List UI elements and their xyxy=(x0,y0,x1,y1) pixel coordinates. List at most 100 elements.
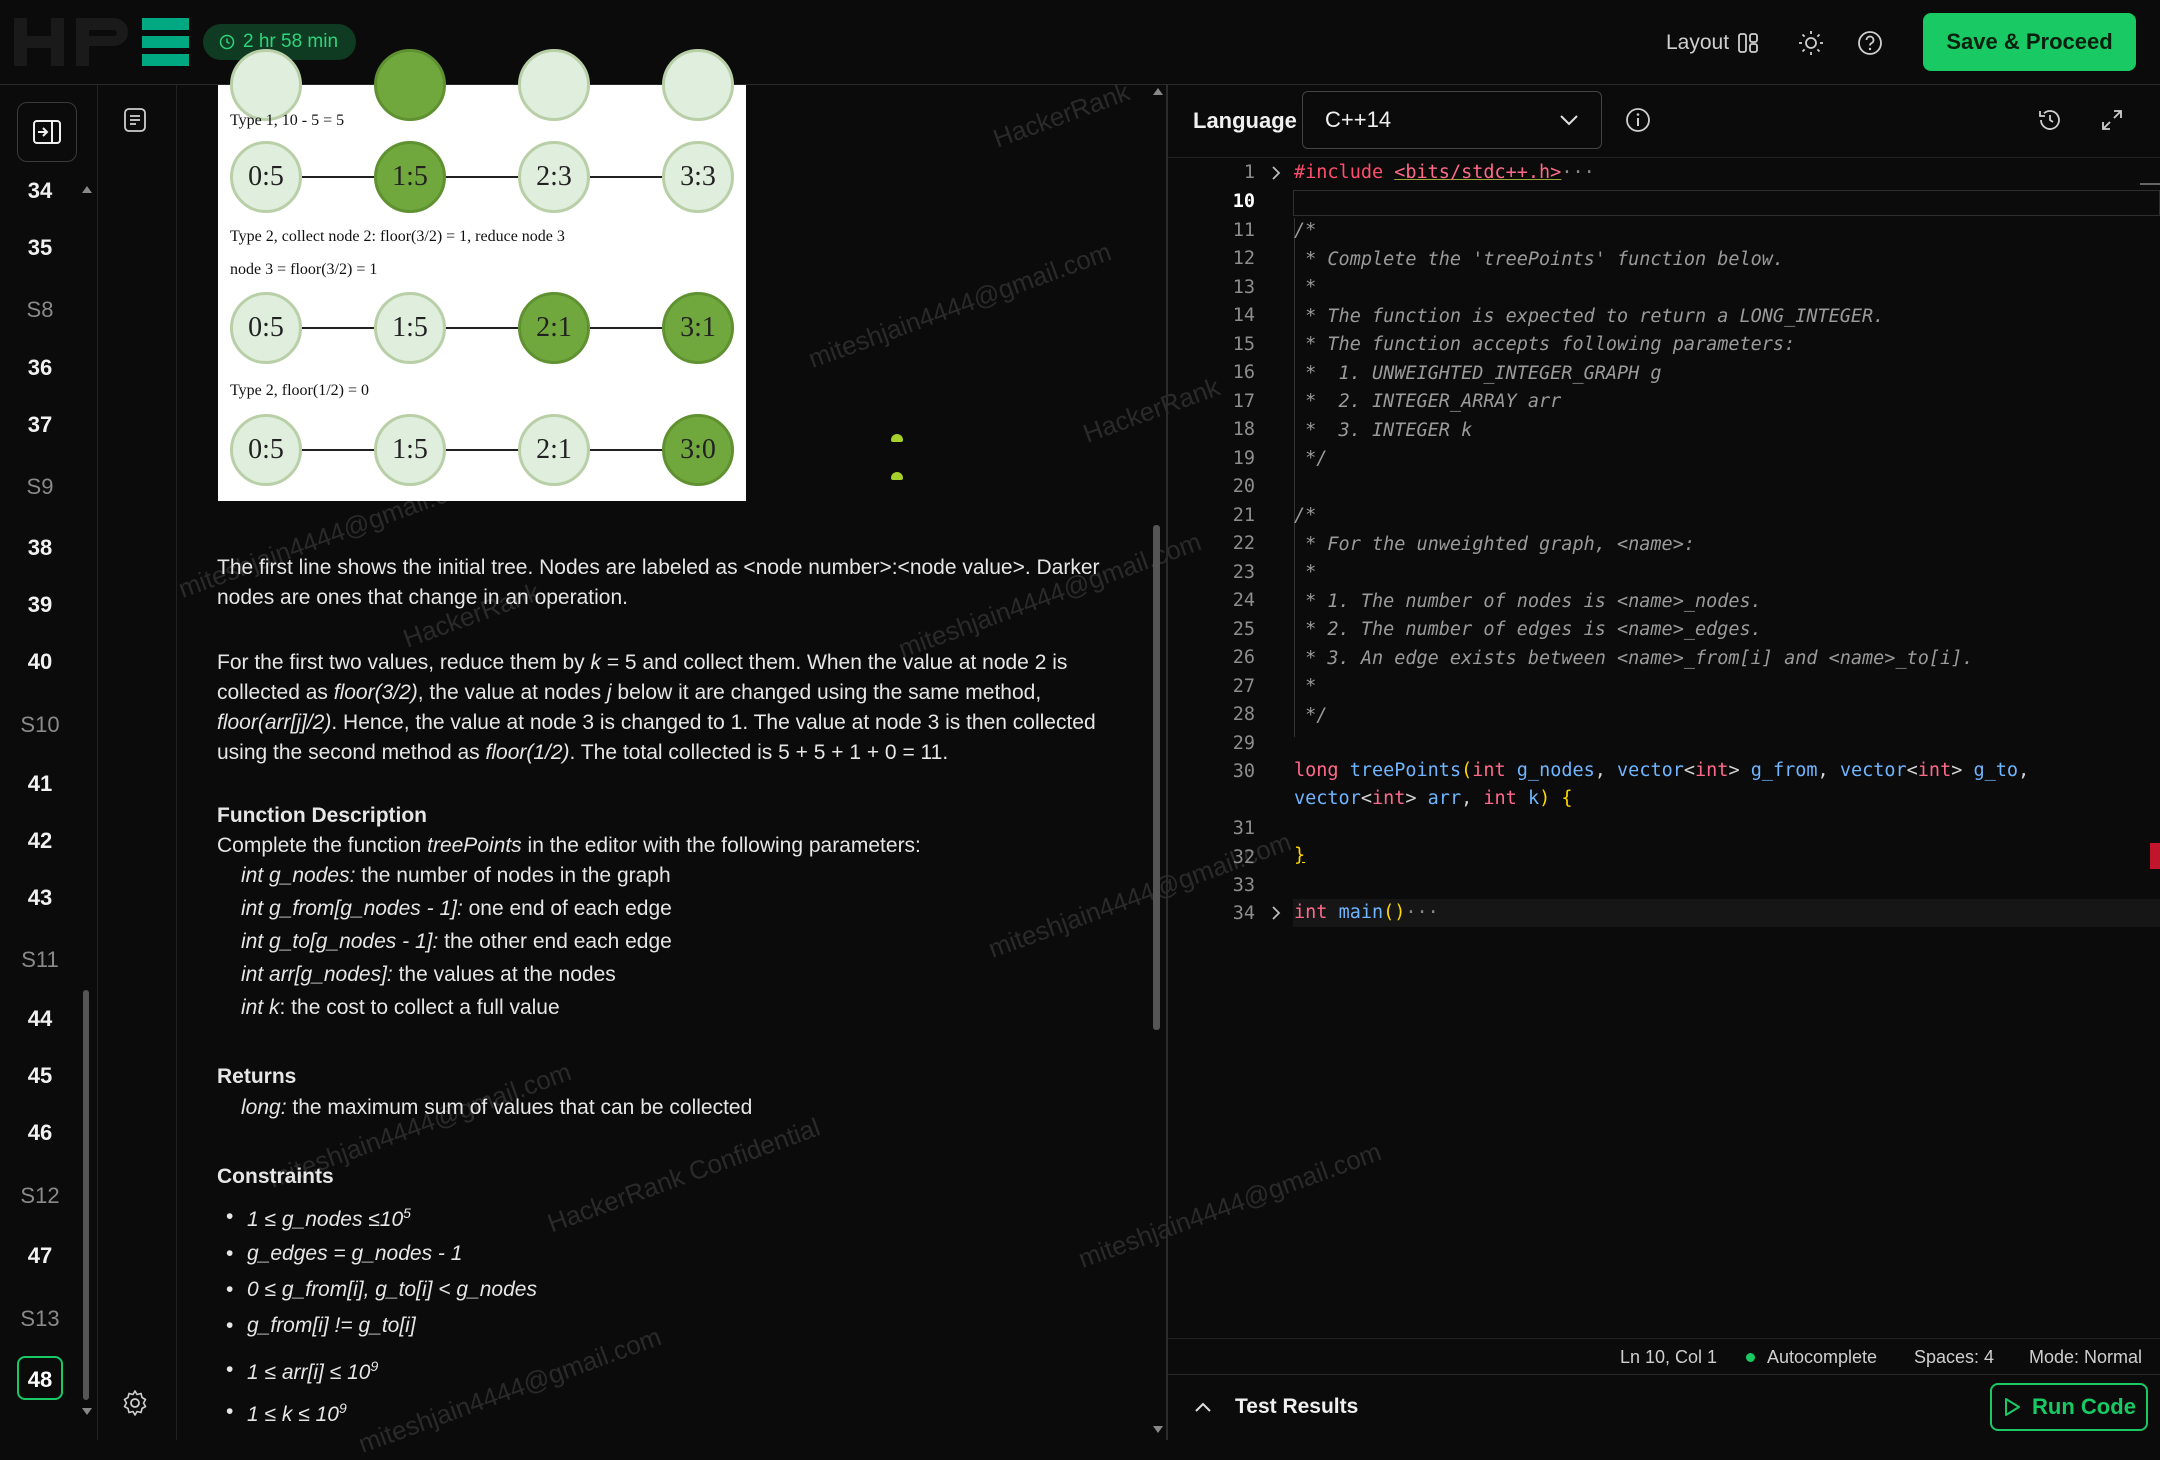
comment-line: * xyxy=(1294,562,1317,583)
fullscreen-icon[interactable] xyxy=(2098,106,2126,134)
rail-scroll-down-icon[interactable] xyxy=(82,1408,92,1415)
notes-icon[interactable] xyxy=(120,105,150,135)
line-number: 15 xyxy=(1232,334,1255,355)
diagram-caption: Type 2, collect node 2: floor(3/2) = 1, … xyxy=(230,228,565,245)
line-number: 13 xyxy=(1232,277,1255,298)
section-marker: S13 xyxy=(20,1306,60,1331)
decorative-dot xyxy=(891,472,903,480)
language-value: C++14 xyxy=(1325,107,1392,132)
question-item[interactable]: 48 xyxy=(17,1356,63,1400)
collapse-panel-button[interactable] xyxy=(17,102,77,162)
problem-scrollbar[interactable] xyxy=(1153,525,1160,1030)
rail-scrollbar[interactable] xyxy=(83,990,89,1400)
help-button[interactable] xyxy=(1853,26,1887,60)
tree-node: 3:3 xyxy=(662,141,734,213)
comment-line: /* xyxy=(1294,220,1317,241)
error-marker xyxy=(2150,843,2160,869)
fold-chevron-icon[interactable] xyxy=(1270,905,1282,921)
layout-label: Layout xyxy=(1666,31,1730,54)
language-select[interactable]: C++14 xyxy=(1302,91,1602,149)
line-number: 26 xyxy=(1232,647,1255,668)
comment-line: /* xyxy=(1294,505,1317,526)
code-line: } xyxy=(1294,845,1306,866)
cursor-position: Ln 10, Col 1 xyxy=(1620,1347,1718,1367)
tree-node: 2:1 xyxy=(518,414,590,486)
history-icon[interactable] xyxy=(2036,106,2064,134)
line-number: 17 xyxy=(1232,391,1255,412)
param-item: int k: the cost to collect a full value xyxy=(241,996,560,1019)
line-number: 21 xyxy=(1232,505,1255,526)
section-marker: S12 xyxy=(20,1183,60,1208)
line-number: 20 xyxy=(1232,476,1255,497)
question-item[interactable]: 39 xyxy=(0,592,80,618)
question-item[interactable]: 46 xyxy=(0,1120,80,1146)
comment-line: * 2. The number of edges is <name>_edges… xyxy=(1294,619,1762,640)
chevron-up-icon[interactable] xyxy=(1194,1401,1212,1413)
question-item[interactable]: 34 xyxy=(0,178,80,204)
tree-node: 3:0 xyxy=(662,414,734,486)
hpe-logo xyxy=(14,14,189,70)
settings-gear-icon[interactable] xyxy=(120,1388,150,1418)
layout-button[interactable]: Layout xyxy=(1666,26,1759,60)
line-number: 28 xyxy=(1232,704,1255,725)
question-item[interactable]: 41 xyxy=(0,771,80,797)
info-icon[interactable] xyxy=(1624,106,1652,134)
autocomplete-toggle[interactable]: Autocomplete xyxy=(1767,1347,1877,1368)
explanation-paragraph-2: For the first two values, reduce them by… xyxy=(217,651,1096,764)
question-item[interactable]: 35 xyxy=(0,235,80,261)
current-line-highlight xyxy=(1293,190,2160,216)
question-item[interactable]: 44 xyxy=(0,1006,80,1032)
section-marker: S9 xyxy=(26,474,54,499)
line-number: 22 xyxy=(1232,533,1255,554)
problem-scroll-down-icon[interactable] xyxy=(1153,1426,1163,1433)
section-marker: S8 xyxy=(26,297,54,322)
code-line-signature-cont: vector<int> arr, int k) { xyxy=(1294,788,1573,809)
tree-node: 2:3 xyxy=(518,141,590,213)
save-proceed-button[interactable]: Save & Proceed xyxy=(1923,13,2136,71)
param-item: int arr[g_nodes]: the values at the node… xyxy=(241,963,616,986)
run-code-button[interactable]: Run Code xyxy=(1990,1383,2148,1431)
param-item: int g_to[g_nodes - 1]: the other end eac… xyxy=(241,930,672,953)
tree-node: 1:5 xyxy=(374,141,446,213)
chevron-down-icon xyxy=(1560,115,1578,126)
comment-line: * The function is expected to return a L… xyxy=(1294,306,1885,327)
comment-line: * 2. INTEGER_ARRAY arr xyxy=(1294,391,1562,412)
question-item[interactable]: 42 xyxy=(0,828,80,854)
returns-heading: Returns xyxy=(217,1065,297,1088)
comment-line: */ xyxy=(1294,448,1328,469)
line-number: 30 xyxy=(1232,761,1255,782)
rail-scroll-up-icon[interactable] xyxy=(82,186,92,193)
constraint-item: g_from[i] != g_to[i] xyxy=(247,1314,416,1337)
comment-line: * 3. An edge exists between <name>_from[… xyxy=(1294,648,1974,669)
run-code-label: Run Code xyxy=(2032,1394,2136,1419)
question-item[interactable]: 37 xyxy=(0,412,80,438)
question-item[interactable]: 38 xyxy=(0,535,80,561)
section-marker: S11 xyxy=(21,947,59,972)
tree-node: 3:1 xyxy=(662,292,734,364)
fold-chevron-icon[interactable] xyxy=(1270,165,1282,181)
function-description-heading: Function Description xyxy=(217,804,427,827)
tree-node xyxy=(374,49,446,121)
line-number: 14 xyxy=(1232,305,1255,326)
language-label: Language xyxy=(1193,108,1297,133)
sidebar-toggle-icon xyxy=(33,120,61,144)
diagram-caption: Type 1, 10 - 5 = 5 xyxy=(230,112,345,129)
editor-status-bar: Ln 10, Col 1 Autocomplete Spaces: 4 Mode… xyxy=(1168,1338,2160,1375)
question-item[interactable]: 40 xyxy=(0,649,80,675)
function-description-text: Complete the function treePoints in the … xyxy=(217,834,921,857)
question-item[interactable]: 47 xyxy=(0,1243,80,1269)
theme-toggle-button[interactable] xyxy=(1794,26,1828,60)
spaces-setting[interactable]: Spaces: 4 xyxy=(1914,1347,1994,1368)
line-number: 33 xyxy=(1232,875,1255,896)
question-item[interactable]: 45 xyxy=(0,1063,80,1089)
question-item[interactable]: 43 xyxy=(0,885,80,911)
comment-line: * The function accepts following paramet… xyxy=(1294,334,1796,355)
comment-line: * 3. INTEGER k xyxy=(1294,420,1473,441)
comment-line: * 1. The number of nodes is <name>_nodes… xyxy=(1294,591,1762,612)
line-number: 29 xyxy=(1232,733,1255,754)
question-item[interactable]: 36 xyxy=(0,355,80,381)
problem-scroll-up-icon[interactable] xyxy=(1153,88,1163,95)
line-number: 11 xyxy=(1232,220,1255,241)
constraint-item: 1 ≤ g_nodes ≤105 xyxy=(247,1205,411,1231)
editor-mode[interactable]: Mode: Normal xyxy=(2029,1347,2142,1368)
